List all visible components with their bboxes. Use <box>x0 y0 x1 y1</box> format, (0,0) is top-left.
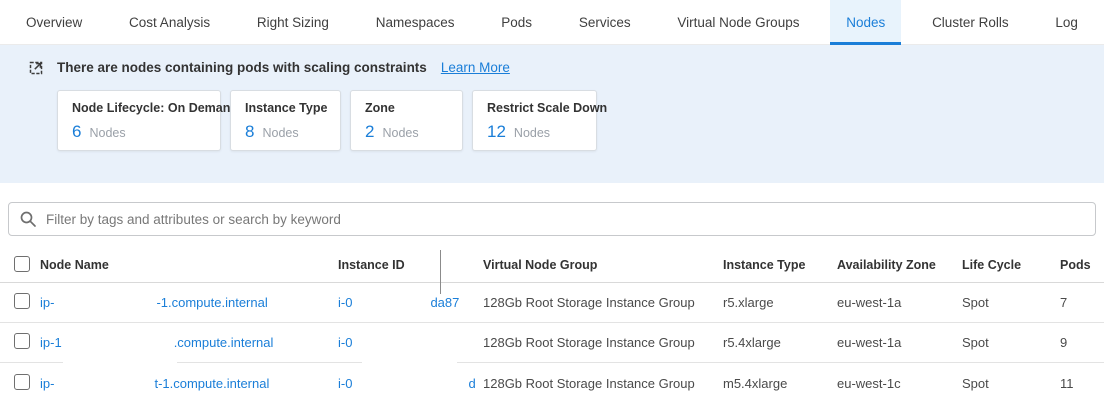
instance-type-cell: r5.4xlarge <box>723 335 837 350</box>
node-name-link[interactable]: ip- <box>40 295 54 310</box>
instance-id-link[interactable]: da87 <box>430 295 459 310</box>
instance-type-cell: m5.4xlarge <box>723 376 837 391</box>
select-all-checkbox[interactable] <box>14 256 30 272</box>
redaction-box <box>63 360 177 364</box>
table-row: ip- -1.compute.internal i-0 da87 128Gb Roo… <box>0 283 1104 323</box>
tab-nodes[interactable]: Nodes <box>830 0 901 44</box>
tab-namespaces[interactable]: Namespaces <box>360 0 471 44</box>
redaction-box <box>62 346 174 347</box>
card-value: 12 <box>487 122 506 142</box>
redaction-box <box>352 306 430 307</box>
instance-id-link[interactable]: i-0 <box>338 295 352 310</box>
scaling-constraints-banner: There are nodes containing pods with sca… <box>0 45 1104 183</box>
pods-cell: 7 <box>1060 295 1104 310</box>
search-input[interactable] <box>46 212 1085 227</box>
availability-zone-cell: eu-west-1c <box>837 376 962 391</box>
redaction-box <box>352 387 468 388</box>
table-header-row: Node Name Instance ID Virtual Node Group… <box>0 248 1104 283</box>
col-pods[interactable]: Pods <box>1060 258 1104 272</box>
redaction-box <box>362 360 457 364</box>
tab-overview[interactable]: Overview <box>10 0 98 44</box>
tab-pods[interactable]: Pods <box>485 0 548 44</box>
scale-out-icon <box>28 59 45 76</box>
card-value: 8 <box>245 122 254 142</box>
row-checkbox[interactable] <box>14 374 30 390</box>
col-life-cycle[interactable]: Life Cycle <box>962 258 1060 272</box>
card-unit: Nodes <box>89 126 125 140</box>
instance-type-cell: r5.xlarge <box>723 295 837 310</box>
life-cycle-cell: Spot <box>962 335 1060 350</box>
card-zone[interactable]: Zone 2 Nodes <box>350 90 463 151</box>
card-title: Node Lifecycle: On Demand <box>72 101 206 115</box>
tab-virtual-node-groups[interactable]: Virtual Node Groups <box>661 0 815 44</box>
vng-cell: 128Gb Root Storage Instance Group <box>483 376 723 391</box>
col-instance-id[interactable]: Instance ID <box>338 258 483 272</box>
redaction-box <box>54 306 156 307</box>
learn-more-link[interactable]: Learn More <box>441 60 510 75</box>
search-icon <box>19 210 37 228</box>
node-name-link[interactable]: ip- <box>40 376 54 391</box>
table-row: ip-t-1.compute.internal i-0 d 128Gb Root … <box>0 363 1104 403</box>
life-cycle-cell: Spot <box>962 376 1060 391</box>
vng-cell: 128Gb Root Storage Instance Group <box>483 335 723 350</box>
row-checkbox[interactable] <box>14 293 30 309</box>
vng-cell: 128Gb Root Storage Instance Group <box>483 295 723 310</box>
node-name-link[interactable]: -1.compute.internal <box>156 295 267 310</box>
tab-log[interactable]: Log <box>1039 0 1094 44</box>
card-title: Zone <box>365 101 448 115</box>
life-cycle-cell: Spot <box>962 295 1060 310</box>
node-name-link[interactable]: t-1.compute.internal <box>154 376 269 391</box>
banner-text: There are nodes containing pods with sca… <box>57 60 427 75</box>
table-row: ip-1 .compute.internal i-0 128Gb Root Sto… <box>0 323 1104 363</box>
card-unit: Nodes <box>262 126 298 140</box>
row-checkbox[interactable] <box>14 333 30 349</box>
col-node-name[interactable]: Node Name <box>40 258 338 272</box>
node-name-link[interactable]: .compute.internal <box>174 335 274 350</box>
card-value: 2 <box>365 122 374 142</box>
tab-cost-analysis[interactable]: Cost Analysis <box>113 0 226 44</box>
tab-cluster-rolls[interactable]: Cluster Rolls <box>916 0 1025 44</box>
availability-zone-cell: eu-west-1a <box>837 295 962 310</box>
card-title: Restrict Scale Down <box>487 101 582 115</box>
filter-search-box <box>8 202 1096 236</box>
tab-bar: Overview Cost Analysis Right Sizing Name… <box>0 0 1104 45</box>
availability-zone-cell: eu-west-1a <box>837 335 962 350</box>
col-availability-zone[interactable]: Availability Zone <box>837 258 962 272</box>
card-instance-type[interactable]: Instance Type 8 Nodes <box>230 90 341 151</box>
node-name-link[interactable]: ip-1 <box>40 335 62 350</box>
instance-id-link[interactable]: i-0 <box>338 335 352 350</box>
banner-message-row: There are nodes containing pods with sca… <box>28 59 1104 76</box>
tab-services[interactable]: Services <box>563 0 647 44</box>
card-unit: Nodes <box>514 126 550 140</box>
constraint-cards: Node Lifecycle: On Demand 6 Nodes Instan… <box>57 90 1104 151</box>
col-instance-type[interactable]: Instance Type <box>723 258 837 272</box>
col-virtual-node-group[interactable]: Virtual Node Group <box>483 258 723 272</box>
card-node-lifecycle-on-demand[interactable]: Node Lifecycle: On Demand 6 Nodes <box>57 90 221 151</box>
card-unit: Nodes <box>382 126 418 140</box>
tab-right-sizing[interactable]: Right Sizing <box>241 0 345 44</box>
redaction-box <box>54 387 154 388</box>
instance-id-link[interactable]: i-0 <box>338 376 352 391</box>
nodes-table: Node Name Instance ID Virtual Node Group… <box>0 248 1104 403</box>
card-restrict-scale-down[interactable]: Restrict Scale Down 12 Nodes <box>472 90 597 151</box>
pods-cell: 11 <box>1060 376 1104 391</box>
card-value: 6 <box>72 122 81 142</box>
instance-id-link[interactable]: d <box>468 376 475 391</box>
card-title: Instance Type <box>245 101 326 115</box>
pods-cell: 9 <box>1060 335 1104 350</box>
